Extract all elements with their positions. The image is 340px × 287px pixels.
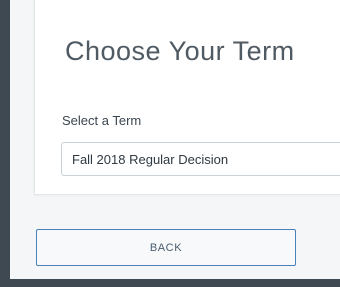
page-title: Choose Your Term — [65, 36, 295, 66]
term-selection-card: Choose Your Term Select a Term Fall 2018… — [34, 0, 340, 195]
select-term-label: Select a Term — [62, 113, 142, 128]
term-select[interactable]: Fall 2018 Regular Decision — [61, 142, 340, 176]
page-container: Choose Your Term Select a Term Fall 2018… — [10, 0, 340, 279]
term-select-value: Fall 2018 Regular Decision — [72, 151, 229, 167]
back-button[interactable]: BACK — [36, 229, 296, 266]
